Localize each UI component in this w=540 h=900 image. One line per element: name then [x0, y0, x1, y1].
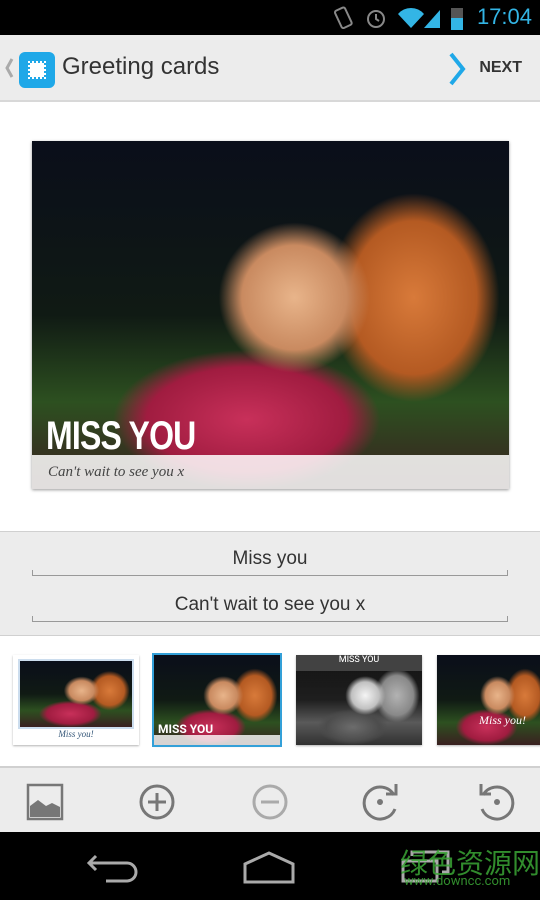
watermark-url: www.downcc.com — [404, 874, 511, 889]
template-thumb-2-selected[interactable]: MISS YOU — [152, 653, 282, 747]
message-input[interactable]: Can't wait to see you x — [32, 588, 508, 622]
chevron-left-icon — [5, 58, 14, 78]
vibrate-icon — [333, 6, 353, 30]
clock: 17:04 — [476, 4, 532, 29]
title-input[interactable]: Miss you — [32, 542, 508, 576]
next-button[interactable]: NEXT — [440, 35, 540, 102]
alarm-icon — [367, 10, 385, 28]
image-icon[interactable] — [25, 782, 65, 822]
next-label: NEXT — [479, 59, 522, 76]
edit-toolbar — [0, 766, 540, 832]
home-icon[interactable] — [242, 850, 296, 884]
battery-icon — [451, 8, 463, 30]
thumb-title: MISS YOU — [296, 655, 422, 671]
chevron-right-icon — [449, 52, 466, 86]
thumb-photo — [18, 659, 134, 729]
up-button[interactable]: Greeting cards — [0, 35, 230, 102]
card-preview[interactable]: MISS YOU Can't wait to see you x — [32, 141, 509, 489]
text-fields: Miss you Can't wait to see you x — [0, 531, 540, 636]
card-title: MISS YOU — [46, 414, 196, 458]
thumb-title: MISS YOU — [158, 722, 214, 736]
template-thumb-4[interactable]: Miss you! — [437, 655, 540, 745]
signal-icon — [424, 10, 440, 28]
action-bar: Greeting cards NEXT — [0, 35, 540, 102]
thumb-title: Miss you! — [479, 713, 526, 727]
template-thumb-1[interactable]: Miss you! — [13, 655, 139, 745]
rotate-right-icon[interactable] — [362, 782, 402, 822]
zoom-out-icon[interactable] — [250, 782, 290, 822]
back-icon[interactable] — [86, 852, 138, 884]
template-thumb-3[interactable]: MISS YOU — [296, 655, 422, 745]
thumb-band — [154, 735, 280, 745]
thumb-title: Miss you! — [58, 729, 94, 739]
navigation-bar: 绿色资源网 www.downcc.com — [0, 832, 540, 900]
status-bar: 17:04 — [0, 0, 540, 35]
rotate-left-icon[interactable] — [475, 782, 515, 822]
card-subtitle: Can't wait to see you x — [48, 464, 185, 480]
page-title: Greeting cards — [62, 53, 220, 80]
app-logo-icon — [19, 52, 55, 88]
zoom-in-icon[interactable] — [137, 782, 177, 822]
wifi-icon — [398, 7, 440, 28]
